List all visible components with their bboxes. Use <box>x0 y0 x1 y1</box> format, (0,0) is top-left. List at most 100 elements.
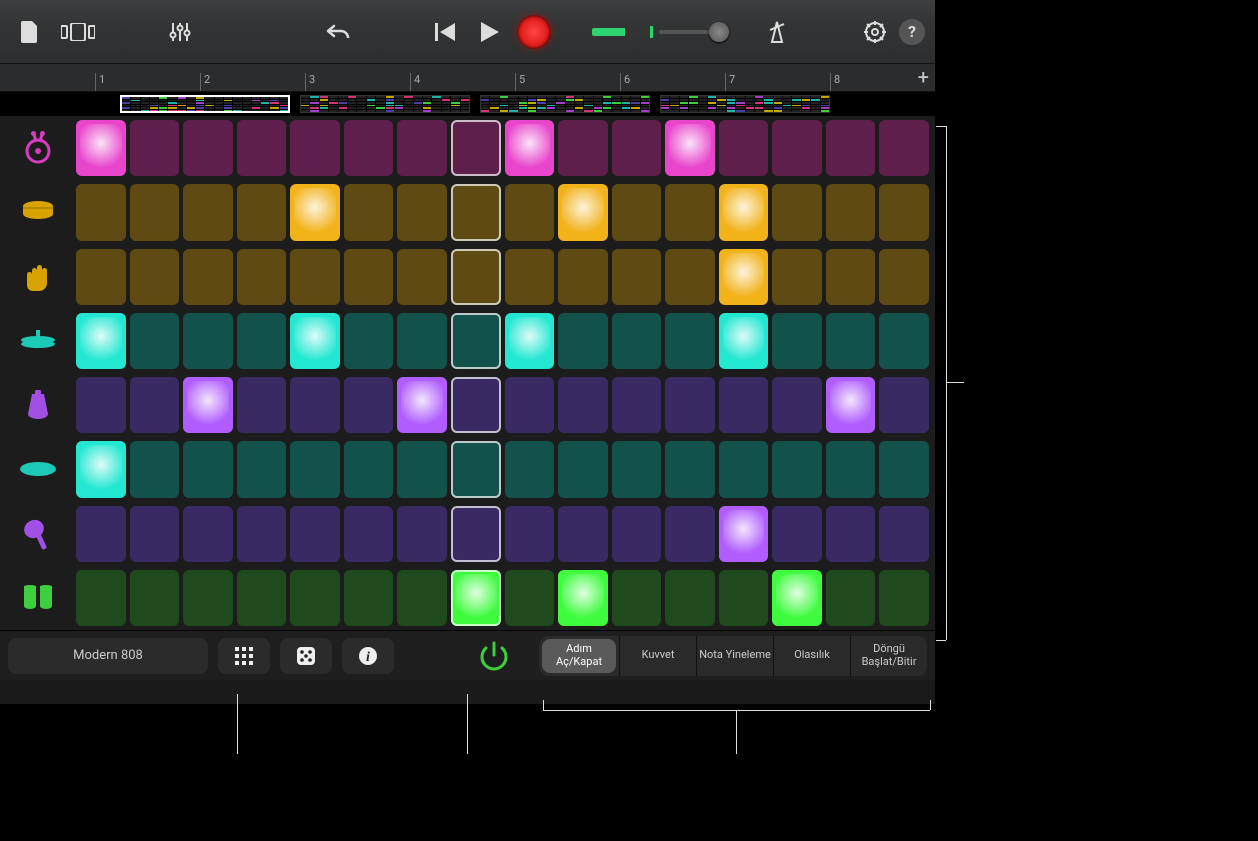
step-cell[interactable] <box>237 377 287 433</box>
step-cell[interactable] <box>665 377 715 433</box>
pattern-thumb[interactable] <box>300 95 470 113</box>
step-cell[interactable] <box>826 184 876 240</box>
pattern-thumb[interactable] <box>660 95 830 113</box>
step-cell[interactable] <box>879 570 929 626</box>
step-cell[interactable] <box>772 377 822 433</box>
step-cell[interactable] <box>719 184 769 240</box>
step-cell[interactable] <box>558 120 608 176</box>
step-cell[interactable] <box>451 120 501 176</box>
step-cell[interactable] <box>772 506 822 562</box>
step-cell[interactable] <box>826 506 876 562</box>
step-cell[interactable] <box>451 377 501 433</box>
view-switch-icon[interactable] <box>54 12 102 52</box>
rewind-icon[interactable] <box>426 12 466 52</box>
step-cell[interactable] <box>558 313 608 369</box>
step-cell[interactable] <box>344 120 394 176</box>
step-cell[interactable] <box>558 249 608 305</box>
step-cell[interactable] <box>826 120 876 176</box>
step-cell[interactable] <box>397 313 447 369</box>
step-cell[interactable] <box>397 184 447 240</box>
step-cell[interactable] <box>879 120 929 176</box>
pattern-thumb[interactable] <box>480 95 650 113</box>
step-cell[interactable] <box>826 377 876 433</box>
help-icon[interactable]: ? <box>899 19 925 45</box>
volume-slider[interactable] <box>659 30 719 34</box>
step-cell[interactable] <box>237 441 287 497</box>
step-cell[interactable] <box>719 249 769 305</box>
step-cell[interactable] <box>719 441 769 497</box>
step-cell[interactable] <box>344 570 394 626</box>
step-cell[interactable] <box>290 184 340 240</box>
step-cell[interactable] <box>290 506 340 562</box>
step-cell[interactable] <box>397 120 447 176</box>
step-cell[interactable] <box>772 313 822 369</box>
step-cell[interactable] <box>665 570 715 626</box>
step-cell[interactable] <box>826 249 876 305</box>
pattern-thumb[interactable] <box>120 95 290 113</box>
mixer-icon[interactable] <box>160 12 200 52</box>
step-cell[interactable] <box>290 313 340 369</box>
step-cell[interactable] <box>612 313 662 369</box>
step-cell[interactable] <box>76 313 126 369</box>
randomize-button[interactable] <box>280 638 332 674</box>
step-cell[interactable] <box>344 313 394 369</box>
step-cell[interactable] <box>130 506 180 562</box>
project-icon[interactable] <box>10 12 50 52</box>
mode-velocity[interactable]: Kuvvet <box>619 636 696 676</box>
step-cell[interactable] <box>826 570 876 626</box>
step-cell[interactable] <box>183 441 233 497</box>
timeline-ruler[interactable]: 1 2 3 4 5 6 7 8 + <box>0 64 935 92</box>
step-cell[interactable] <box>505 249 555 305</box>
mode-note-repeat[interactable]: Nota Yineleme <box>696 636 773 676</box>
info-button[interactable]: i <box>342 638 394 674</box>
step-cell[interactable] <box>183 570 233 626</box>
step-cell[interactable] <box>183 377 233 433</box>
step-cell[interactable] <box>183 506 233 562</box>
step-cell[interactable] <box>558 377 608 433</box>
grid-settings-button[interactable] <box>218 638 270 674</box>
step-cell[interactable] <box>665 313 715 369</box>
step-cell[interactable] <box>183 313 233 369</box>
step-cell[interactable] <box>183 249 233 305</box>
step-cell[interactable] <box>772 249 822 305</box>
track-icon-tom[interactable] <box>0 437 76 501</box>
step-cell[interactable] <box>451 570 501 626</box>
step-cell[interactable] <box>451 313 501 369</box>
step-cell[interactable] <box>344 441 394 497</box>
step-cell[interactable] <box>772 120 822 176</box>
step-cell[interactable] <box>130 441 180 497</box>
step-cell[interactable] <box>879 249 929 305</box>
step-cell[interactable] <box>76 441 126 497</box>
step-cell[interactable] <box>344 184 394 240</box>
step-cell[interactable] <box>719 377 769 433</box>
step-cell[interactable] <box>76 249 126 305</box>
play-icon[interactable] <box>470 12 510 52</box>
step-cell[interactable] <box>290 441 340 497</box>
step-cell[interactable] <box>130 184 180 240</box>
step-cell[interactable] <box>505 570 555 626</box>
step-cell[interactable] <box>558 570 608 626</box>
step-cell[interactable] <box>76 506 126 562</box>
step-cell[interactable] <box>290 120 340 176</box>
step-cell[interactable] <box>665 506 715 562</box>
step-cell[interactable] <box>612 570 662 626</box>
step-cell[interactable] <box>76 570 126 626</box>
step-cell[interactable] <box>397 441 447 497</box>
step-cell[interactable] <box>130 570 180 626</box>
step-cell[interactable] <box>397 506 447 562</box>
step-cell[interactable] <box>826 313 876 369</box>
step-cell[interactable] <box>237 313 287 369</box>
step-cell[interactable] <box>558 506 608 562</box>
step-cell[interactable] <box>558 184 608 240</box>
step-cell[interactable] <box>237 506 287 562</box>
step-cell[interactable] <box>879 506 929 562</box>
step-cell[interactable] <box>505 184 555 240</box>
track-icon-shaker[interactable] <box>0 502 76 566</box>
step-cell[interactable] <box>344 506 394 562</box>
step-cell[interactable] <box>719 120 769 176</box>
step-cell[interactable] <box>397 377 447 433</box>
step-cell[interactable] <box>451 184 501 240</box>
track-icon-snare[interactable] <box>0 180 76 244</box>
step-cell[interactable] <box>344 249 394 305</box>
mode-probability[interactable]: Olasılık <box>773 636 850 676</box>
